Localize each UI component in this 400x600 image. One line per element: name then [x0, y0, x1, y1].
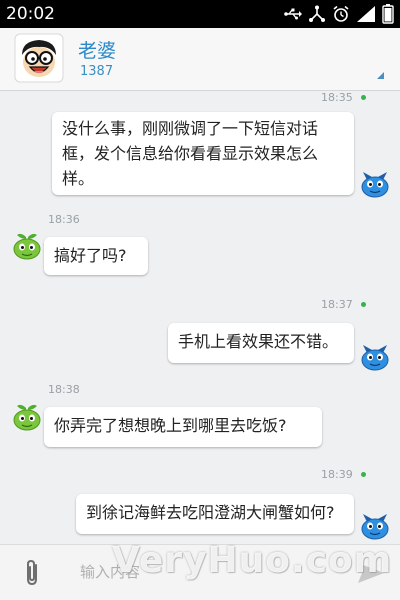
message-bubble-incoming[interactable]: 搞好了吗?	[44, 237, 148, 275]
status-bar: 20:02	[0, 0, 400, 28]
contact-name: 老婆	[78, 40, 117, 62]
message-bubble-outgoing[interactable]: 手机上看效果还不错。	[168, 323, 354, 363]
status-icons	[284, 4, 394, 24]
contact-small-avatar-icon	[12, 231, 42, 261]
my-avatar-icon	[360, 342, 390, 372]
message-text-line: 到徐记海鲜去吃阳澄湖大闸蟹如何?	[86, 503, 335, 522]
sent-status-dot-icon	[361, 472, 366, 477]
send-icon	[358, 563, 384, 583]
send-button[interactable]	[350, 555, 390, 591]
message-text-line: 样。	[62, 169, 95, 188]
message-text-line: 搞好了吗?	[54, 246, 127, 265]
message-time: 18:35	[321, 91, 353, 104]
usb-debug-icon	[308, 5, 326, 23]
alarm-clock-icon	[332, 5, 350, 23]
sent-status-dot-icon	[361, 302, 366, 307]
message-bubble-outgoing[interactable]: 到徐记海鲜去吃阳澄湖大闸蟹如何?	[76, 494, 354, 534]
message-time: 18:39	[321, 468, 353, 481]
message-text-line: 没什么事，刚刚微调了一下短信对话	[62, 119, 319, 138]
attachment-button[interactable]	[20, 558, 46, 588]
signal-icon	[356, 5, 376, 23]
conversation-header: 老婆 1387	[0, 28, 400, 91]
message-text-line: 框，发个信息给你看看显示效果怎么	[62, 144, 319, 163]
message-text-line: 你弄完了想想晚上到哪里去吃饭?	[54, 416, 287, 435]
my-avatar-icon	[360, 511, 390, 541]
message-text-line: 手机上看效果还不错。	[178, 332, 339, 351]
message-time: 18:37	[321, 298, 353, 311]
my-avatar-icon	[360, 169, 390, 199]
usb-icon	[284, 7, 302, 21]
contact-number: 1387	[80, 64, 114, 79]
contact-avatar[interactable]	[14, 33, 64, 83]
header-corner-triangle-icon	[377, 72, 384, 79]
message-list[interactable]: 18:35 没什么事，刚刚微调了一下短信对话 框，发个信息给你看看显示效果怎么 …	[0, 91, 400, 544]
message-time: 18:38	[48, 383, 80, 396]
message-bubble-outgoing[interactable]: 没什么事，刚刚微调了一下短信对话 框，发个信息给你看看显示效果怎么 样。	[52, 112, 354, 195]
message-time: 18:36	[48, 213, 80, 226]
message-input[interactable]	[72, 555, 338, 589]
status-time: 20:02	[6, 4, 55, 24]
contact-small-avatar-icon	[12, 402, 42, 432]
battery-icon	[382, 4, 394, 24]
compose-bar	[0, 544, 400, 600]
paperclip-icon	[27, 559, 37, 586]
sent-status-dot-icon	[361, 95, 366, 100]
message-bubble-incoming[interactable]: 你弄完了想想晚上到哪里去吃饭?	[44, 407, 322, 447]
